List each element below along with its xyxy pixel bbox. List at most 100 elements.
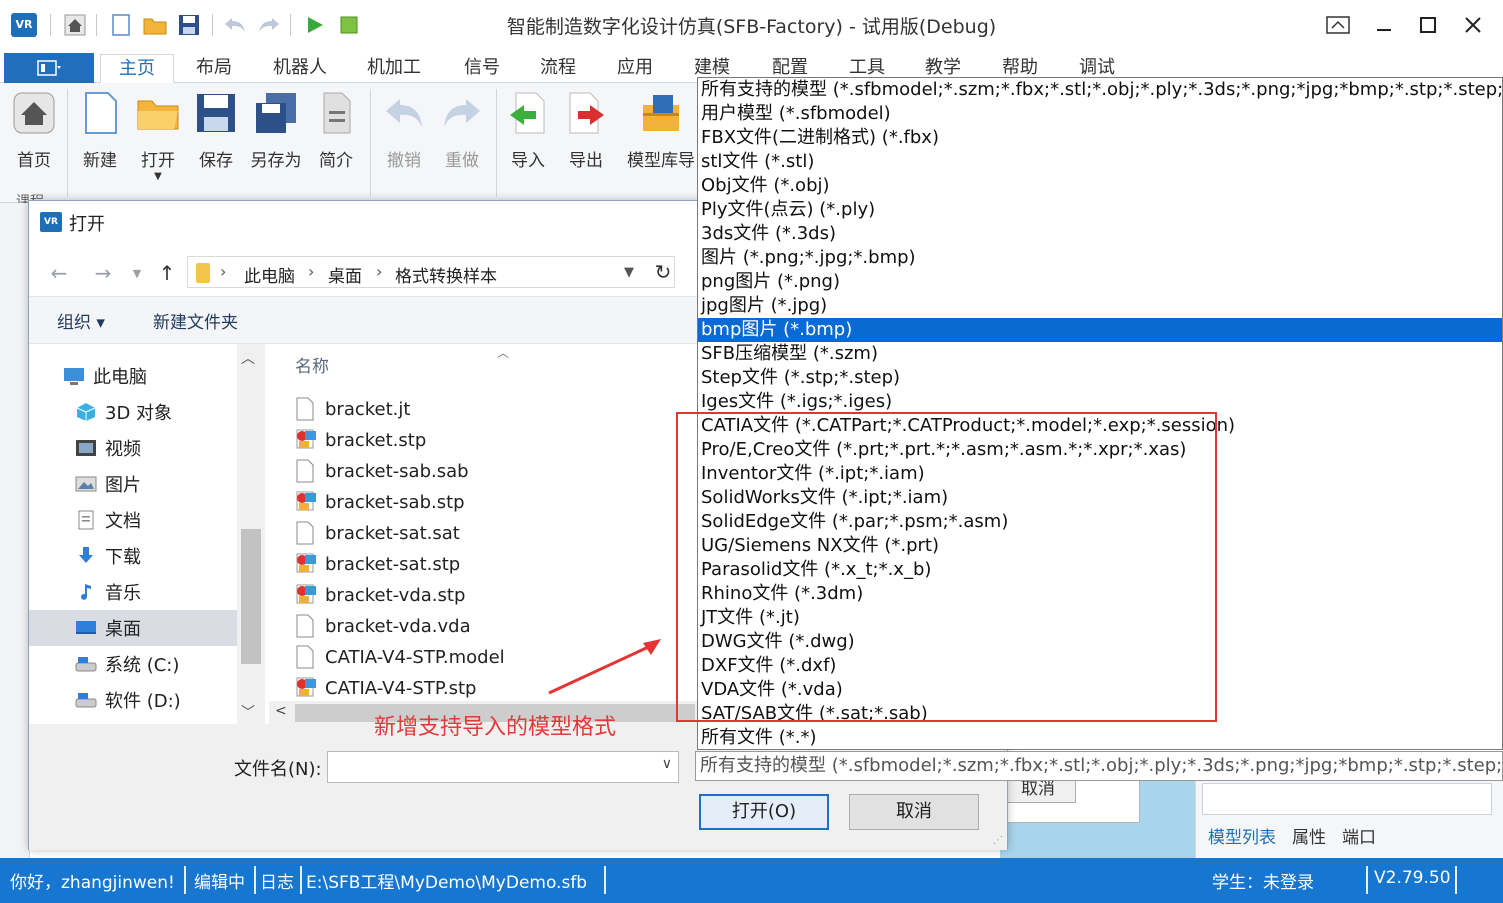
- file-type-option[interactable]: 3ds文件 (*.3ds): [698, 222, 1502, 246]
- nav-scrollbar[interactable]: ︿ ﹀: [237, 344, 265, 724]
- tab-process[interactable]: 流程: [528, 54, 588, 84]
- file-type-option[interactable]: jpg图片 (*.jpg): [698, 294, 1502, 318]
- nav-item[interactable]: 3D 对象: [29, 394, 237, 430]
- forward-button[interactable]: →: [89, 259, 117, 287]
- column-header-name[interactable]: 名称: [295, 352, 329, 377]
- undo-button[interactable]: 撤销: [374, 91, 434, 171]
- cancel-button[interactable]: 取消: [849, 794, 979, 830]
- breadcrumb-desktop[interactable]: 桌面: [328, 262, 362, 287]
- nav-item[interactable]: 文档: [29, 502, 237, 538]
- scroll-down-icon[interactable]: ﹀: [241, 702, 255, 722]
- file-type-option[interactable]: SFB压缩模型 (*.szm): [698, 342, 1502, 366]
- new-folder-button[interactable]: 新建文件夹: [153, 308, 238, 333]
- brief-button[interactable]: 简介: [306, 91, 366, 171]
- file-type-option[interactable]: 用户模型 (*.sfbmodel): [698, 102, 1502, 126]
- tab-robot[interactable]: 机器人: [262, 54, 338, 84]
- tab-layout[interactable]: 布局: [184, 54, 244, 84]
- nav-item[interactable]: 图片: [29, 466, 237, 502]
- file-type-option[interactable]: FBX文件(二进制格式) (*.fbx): [698, 126, 1502, 150]
- organize-button[interactable]: 组织 ▾: [57, 308, 105, 333]
- resize-grip-icon[interactable]: ⋰: [993, 835, 1003, 846]
- status-log[interactable]: 日志: [260, 868, 294, 893]
- file-row[interactable]: bracket-vda.vda: [295, 611, 471, 641]
- minimize-button[interactable]: [1364, 8, 1404, 42]
- undo-quick-button[interactable]: [222, 12, 248, 38]
- new-quick-button[interactable]: [108, 12, 134, 38]
- file-row[interactable]: bracket-sat.sat: [295, 518, 460, 548]
- scroll-thumb[interactable]: [241, 529, 261, 664]
- model-library-button[interactable]: 模型库导: [626, 91, 696, 171]
- home-quick-button[interactable]: [62, 12, 88, 38]
- file-type-option[interactable]: Ply文件(点云) (*.ply): [698, 198, 1502, 222]
- file-row[interactable]: CATIA-V4-STP.model: [295, 642, 505, 672]
- nav-item[interactable]: 此电脑: [29, 358, 237, 394]
- file-row[interactable]: CATIA-V4-STP.stp: [295, 673, 476, 703]
- maximize-button[interactable]: [1408, 8, 1448, 42]
- right-panel-search[interactable]: [1202, 783, 1492, 815]
- file-row[interactable]: bracket-sab.stp: [295, 487, 465, 517]
- file-type-option[interactable]: 所有文件 (*.*): [698, 726, 1502, 749]
- run-quick-button[interactable]: [302, 12, 328, 38]
- file-type-combobox[interactable]: 所有支持的模型 (*.sfbmodel;*.szm;*.fbx;*.stl;*.…: [695, 751, 1503, 781]
- close-button[interactable]: [1453, 8, 1493, 42]
- breadcrumb-this-pc[interactable]: 此电脑: [244, 262, 295, 287]
- breadcrumb-current-folder[interactable]: 格式转换样本: [395, 262, 497, 287]
- nav-item[interactable]: 下载: [29, 538, 237, 574]
- address-bar[interactable]: › 此电脑 › 桌面 › 格式转换样本 ▼: [187, 256, 675, 288]
- save-button[interactable]: 保存: [186, 91, 246, 171]
- file-type-option[interactable]: 图片 (*.png;*.jpg;*.bmp): [698, 246, 1502, 270]
- open-button[interactable]: 打开 ▼: [128, 91, 188, 182]
- file-row[interactable]: bracket.jt: [295, 394, 410, 424]
- open-button[interactable]: 打开(O): [699, 794, 829, 830]
- file-type-option[interactable]: stl文件 (*.stl): [698, 150, 1502, 174]
- scroll-up-icon[interactable]: ︿: [241, 348, 255, 368]
- tab-signal[interactable]: 信号: [452, 54, 512, 84]
- stop-quick-button[interactable]: [336, 12, 362, 38]
- save-as-icon: [256, 93, 296, 133]
- recent-locations-button[interactable]: ▼: [123, 259, 151, 287]
- chevron-down-icon[interactable]: ▼: [624, 265, 634, 280]
- tab-ports[interactable]: 端口: [1342, 823, 1376, 848]
- step-file-icon: [295, 552, 316, 576]
- file-type-option[interactable]: 所有支持的模型 (*.sfbmodel;*.szm;*.fbx;*.stl;*.…: [698, 78, 1502, 102]
- nav-item[interactable]: 视频: [29, 430, 237, 466]
- file-type-option[interactable]: Iges文件 (*.igs;*.iges): [698, 390, 1502, 414]
- refresh-button[interactable]: ↻: [649, 256, 677, 288]
- redo-quick-button[interactable]: [256, 12, 282, 38]
- file-type-option[interactable]: Step文件 (*.stp;*.step): [698, 366, 1502, 390]
- redo-button[interactable]: 重做: [432, 91, 492, 171]
- export-button[interactable]: 导出: [556, 91, 616, 171]
- tab-application[interactable]: 应用: [605, 54, 665, 84]
- tab-machining[interactable]: 机加工: [356, 54, 432, 84]
- nav-item[interactable]: 软件 (D:): [29, 682, 237, 718]
- file-row[interactable]: bracket-vda.stp: [295, 580, 465, 610]
- nav-item[interactable]: 系统 (C:): [29, 646, 237, 682]
- app-menu-button[interactable]: [4, 53, 94, 83]
- save-quick-button[interactable]: [176, 12, 202, 38]
- file-type-option[interactable]: png图片 (*.png): [698, 270, 1502, 294]
- open-quick-button[interactable]: [142, 12, 168, 38]
- status-user[interactable]: 学生：未登录: [1212, 868, 1314, 893]
- file-row[interactable]: bracket-sab.sab: [295, 456, 469, 486]
- back-button[interactable]: ←: [45, 259, 73, 287]
- file-row[interactable]: bracket.stp: [295, 425, 426, 455]
- save-as-button[interactable]: 另存为: [246, 91, 306, 171]
- restore-layout-button[interactable]: [1318, 8, 1358, 42]
- file-row[interactable]: bracket-sat.stp: [295, 549, 460, 579]
- scroll-left-icon[interactable]: <: [275, 703, 287, 719]
- nav-item[interactable]: 桌面: [29, 610, 237, 646]
- tab-properties[interactable]: 属性: [1292, 823, 1326, 848]
- group-separator: [496, 89, 497, 197]
- save-icon: [197, 94, 235, 132]
- tab-home[interactable]: 主页: [100, 54, 174, 84]
- tab-model-list[interactable]: 模型列表: [1208, 823, 1276, 848]
- up-button[interactable]: ↑: [153, 259, 181, 287]
- file-type-option[interactable]: bmp图片 (*.bmp): [698, 318, 1502, 342]
- nav-item[interactable]: 音乐: [29, 574, 237, 610]
- home-button[interactable]: 首页: [4, 91, 64, 171]
- filename-input[interactable]: ∨: [327, 751, 679, 783]
- file-type-option[interactable]: Obj文件 (*.obj): [698, 174, 1502, 198]
- chevron-down-icon[interactable]: ∨: [662, 756, 672, 772]
- new-button[interactable]: 新建: [70, 91, 130, 171]
- import-button[interactable]: 导入: [498, 91, 558, 171]
